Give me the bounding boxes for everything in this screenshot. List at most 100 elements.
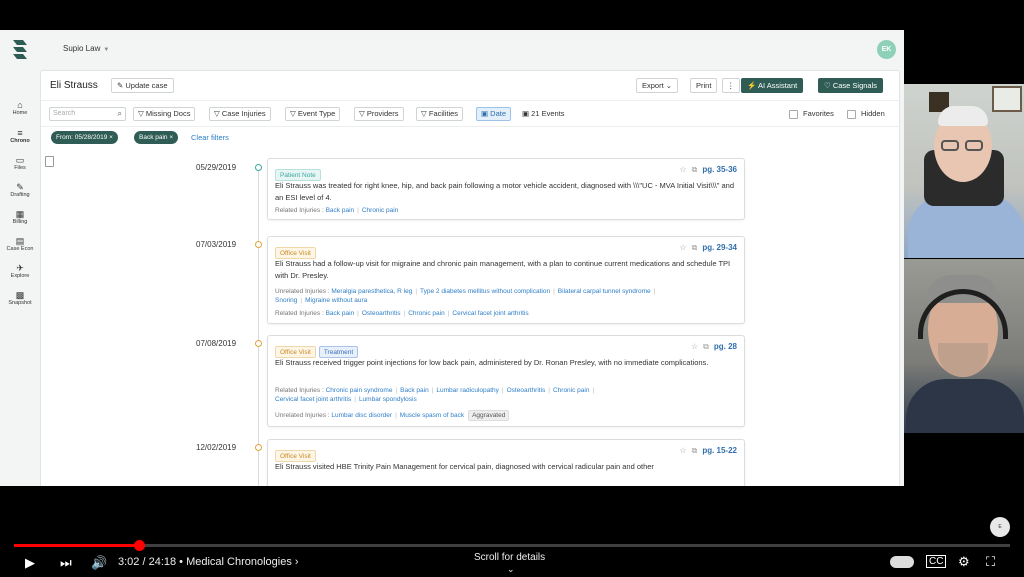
- timeline: 05/29/2019 Patient Note ☆ ⧉ pg. 35-36 Eli …: [41, 147, 901, 486]
- filter-facilities[interactable]: ▽ Facilities: [416, 107, 464, 121]
- favorites-label: Favorites: [803, 109, 834, 118]
- filter-case-injuries[interactable]: ▽ Case Injuries: [209, 107, 271, 121]
- nav-case-econ[interactable]: ▤ Case Econ: [0, 236, 40, 252]
- files-icon: ▭: [15, 155, 25, 165]
- page-link[interactable]: ☆ ⧉ pg. 35-36: [679, 165, 737, 175]
- close-icon[interactable]: ×: [109, 134, 113, 141]
- print-button[interactable]: Print: [690, 78, 718, 93]
- chapter-title[interactable]: • Medical Chronologies ›: [179, 556, 298, 568]
- event-date: 07/03/2019: [196, 240, 237, 249]
- timeline-dot: [255, 241, 262, 248]
- person-body: [906, 379, 1024, 433]
- case-signals-button[interactable]: ♡ Case Signals: [818, 78, 884, 93]
- supio-logo-icon: [13, 40, 27, 59]
- volume-icon[interactable]: 🔊: [91, 555, 107, 571]
- glasses: [965, 140, 983, 151]
- event-card[interactable]: Office Visit ☆ ⧉ pg. 29-34 Eli Strauss had…: [267, 236, 745, 324]
- case-econ-icon: ▤: [15, 236, 25, 246]
- funnel-icon: ▽: [214, 109, 222, 118]
- unrelated-injuries: Unrelated Injuries : Lumbar disc disorde…: [275, 410, 740, 421]
- nav-snapshot[interactable]: ▩ Snapshot: [0, 290, 40, 306]
- bulb-icon: ♡: [824, 81, 833, 90]
- event-card[interactable]: Office Visit ☆ ⧉ pg. 15-22 Eli Strauss vis…: [267, 439, 745, 486]
- date-filter-chip[interactable]: From: 05/28/2019 ×: [51, 131, 118, 144]
- related-injuries: Related Injuries : Chronic pain syndrome…: [275, 387, 595, 403]
- bookmark-icon[interactable]: ⧉: [692, 243, 698, 252]
- nav-chrono[interactable]: ≡ Chrono: [0, 128, 40, 144]
- person-hair: [938, 106, 988, 126]
- close-icon[interactable]: ×: [169, 134, 173, 141]
- nav-billing[interactable]: ▦ Billing: [0, 209, 40, 225]
- search-input[interactable]: Search ⌕: [49, 107, 126, 121]
- ai-assistant-button[interactable]: ⚡ AI Assistant: [741, 78, 804, 93]
- event-description: Eli Strauss received trigger point injec…: [275, 358, 709, 367]
- unrelated-injuries: Unrelated Injuries : Meralgia parestheti…: [275, 288, 656, 304]
- video-player[interactable]: ⌂ Home ≡ Chrono ▭ Files ✎ Drafting ▦ Billing …: [0, 0, 1024, 577]
- hidden-label: Hidden: [861, 109, 885, 118]
- fullscreen-exit-icon[interactable]: ⛶: [986, 554, 995, 570]
- nav-explore[interactable]: ✈ Explore: [0, 263, 40, 279]
- filter-missing-docs[interactable]: ▽ Missing Docs: [133, 107, 196, 121]
- timeline-dot: [255, 444, 262, 451]
- nav-home[interactable]: ⌂ Home: [0, 100, 40, 116]
- clear-filters-link[interactable]: Clear filters: [191, 133, 229, 142]
- search-icon: ⌕: [117, 109, 122, 118]
- calendar-icon: ▣: [481, 109, 491, 118]
- firm-selector[interactable]: Supio Law ▼: [63, 44, 109, 53]
- filter-event-type[interactable]: ▽ Event Type: [285, 107, 341, 121]
- play-icon[interactable]: ▶: [25, 555, 35, 571]
- captions-icon[interactable]: CC: [926, 555, 947, 568]
- bookmark-icon[interactable]: ⧉: [692, 446, 698, 455]
- filter-date[interactable]: ▣ Date: [476, 107, 512, 121]
- related-injuries: Related Injuries : Back pain | Osteoarthri…: [275, 310, 529, 317]
- timeline-dot: [255, 340, 262, 347]
- star-icon[interactable]: ☆: [679, 446, 686, 455]
- injury-filter-chip[interactable]: Back pain ×: [134, 131, 179, 144]
- page-link[interactable]: ☆ ⧉ pg. 15-22: [679, 446, 737, 456]
- page-link[interactable]: ☆ ⧉ pg. 28: [691, 342, 737, 352]
- related-injuries: Related Injuries : Back pain | Chronic pai…: [275, 207, 399, 214]
- funnel-icon: ▽: [138, 109, 146, 118]
- top-bar: Supio Law ▼ EK: [40, 30, 904, 70]
- event-card[interactable]: Patient Note ☆ ⧉ pg. 35-36 Eli Strauss was…: [267, 158, 745, 220]
- hidden-checkbox[interactable]: [847, 110, 856, 119]
- timeline-dot: [255, 164, 262, 171]
- next-icon[interactable]: ⏭: [60, 555, 72, 571]
- nav-drafting[interactable]: ✎ Drafting: [0, 182, 40, 198]
- event-description: Eli Strauss visited HBE Trinity Pain Man…: [275, 462, 654, 471]
- event-card[interactable]: Office Visit Treatment ☆ ⧉ pg. 28 Eli Strau…: [267, 335, 745, 427]
- chevron-down-icon[interactable]: ⌄: [507, 564, 515, 575]
- bookmark-icon[interactable]: ⧉: [692, 165, 698, 174]
- event-date: 05/29/2019: [196, 163, 237, 172]
- chevron-down-icon: ⌄: [665, 81, 673, 90]
- timeline-line: [258, 165, 259, 486]
- page-link[interactable]: ☆ ⧉ pg. 29-34: [679, 243, 737, 253]
- star-icon[interactable]: ☆: [679, 165, 686, 174]
- user-avatar[interactable]: EK: [877, 40, 896, 59]
- scroll-hint[interactable]: Scroll for details: [474, 552, 545, 563]
- star-icon[interactable]: ☆: [679, 243, 686, 252]
- funnel-icon: ▽: [359, 109, 367, 118]
- nav-files[interactable]: ▭ Files: [0, 155, 40, 171]
- beard: [938, 343, 988, 377]
- drafting-icon: ✎: [16, 182, 24, 192]
- autoplay-toggle[interactable]: [890, 556, 914, 568]
- filter-providers[interactable]: ▽ Providers: [354, 107, 404, 121]
- progress-track[interactable]: [14, 544, 1010, 547]
- star-icon[interactable]: ☆: [691, 342, 698, 351]
- settings-gear-icon[interactable]: ⚙: [958, 554, 970, 570]
- calendar-icon: ▣: [522, 109, 532, 118]
- update-case-button[interactable]: ✎ Update case: [111, 78, 174, 93]
- left-nav-rail: ⌂ Home ≡ Chrono ▭ Files ✎ Drafting ▦ Billing …: [0, 30, 40, 486]
- export-button[interactable]: Export ⌄: [636, 78, 679, 93]
- more-menu-button[interactable]: ⋮: [722, 78, 740, 93]
- glasses: [941, 140, 959, 151]
- favorites-checkbox[interactable]: [789, 110, 798, 119]
- webcam-feed-2: [904, 259, 1024, 433]
- scrubber-handle[interactable]: [133, 540, 145, 551]
- webcam-feed-1: [904, 84, 1024, 258]
- bookmark-icon[interactable]: ⧉: [703, 342, 709, 351]
- filter-bar: Search ⌕ ▽ Missing Docs ▽ Case Injuries ▽…: [41, 101, 901, 127]
- chronology-panel: Eli Strauss ✎ Update case Export ⌄ Print…: [40, 70, 901, 486]
- channel-watermark[interactable]: E: [990, 517, 1010, 537]
